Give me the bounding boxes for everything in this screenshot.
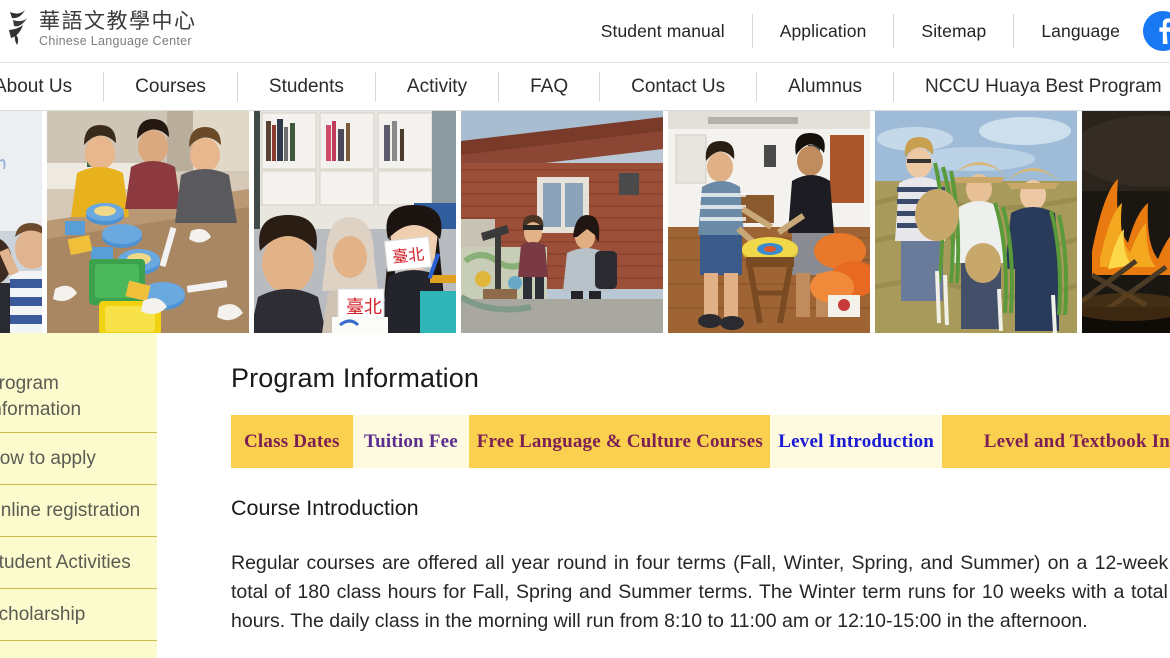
classroom-students-photo [0,111,42,333]
main-content: Program Information Class Dates Tuition … [157,333,1170,658]
nav-item-students[interactable]: Students [238,71,376,102]
nav-item-nccu-huaya-best-program[interactable]: NCCU Huaya Best Program [894,72,1170,102]
logo-english-name: Chinese Language Center [39,33,192,48]
site-logo[interactable]: 華語文教學中心 Chinese Language Center [6,8,197,48]
top-link-student-manual[interactable]: Student manual [574,14,753,48]
tab-class-dates[interactable]: Class Dates [231,415,353,468]
sidebar-item-student-activities[interactable]: Student Activities [0,537,157,589]
nav-item-faq[interactable]: FAQ [499,71,601,102]
tab-free-language-culture-courses[interactable]: Free Language & Culture Courses [469,415,771,468]
svg-text:臺北: 臺北 [346,297,382,318]
sidebar-item-how-to-apply[interactable]: How to apply [0,433,157,485]
sidebar-item-program-information[interactable]: Program Information [0,361,157,433]
rice-field-harvest-photo [875,111,1077,333]
bonfire-photo [1082,111,1170,333]
drum-lesson-photo [668,111,870,333]
photo-banner: 臺北 臺北 [0,111,1170,333]
brush-calligraphy-icon [6,8,32,48]
top-link-language[interactable]: Language [1014,14,1142,48]
svg-text:臺北: 臺北 [391,244,425,266]
nav-item-contact-us[interactable]: Contact Us [600,71,758,102]
nav-item-activity[interactable]: Activity [376,71,500,102]
course-introduction-paragraph: Regular courses are offered all year rou… [231,552,1170,632]
program-tabs: Class Dates Tuition Fee Free Language & … [231,415,1170,468]
cooking-class-photo [47,111,249,333]
top-links: Student manual Application Sitemap Langu… [574,0,1170,62]
tab-tuition-fee[interactable]: Tuition Fee [352,415,470,468]
students-taipei-cards-photo: 臺北 臺北 [254,111,456,333]
nav-item-alumnus[interactable]: Alumnus [757,71,895,102]
brick-house-water-pump-photo [461,111,663,333]
nav-item-courses[interactable]: Courses [104,71,238,102]
tab-level-and-textbook-index[interactable]: Level and Textbook Index [941,415,1170,468]
sidebar-menu: Program Information How to apply Online … [0,333,157,658]
page-title: Program Information [231,363,479,393]
main-navigation: About Us Courses Students Activity FAQ C… [0,63,1170,111]
top-link-application[interactable]: Application [753,14,895,48]
top-link-sitemap[interactable]: Sitemap [894,14,1015,48]
sidebar-item-scholarship[interactable]: Scholarship [0,589,157,641]
tab-level-introduction[interactable]: Level Introduction [770,415,942,468]
sidebar-item-online-registration[interactable]: Online registration [0,485,157,537]
logo-chinese-name: 華語文教學中心 [39,8,197,33]
nav-item-about-us[interactable]: About Us [0,71,105,102]
section-title-course-introduction: Course Introduction [231,496,419,520]
top-utility-bar: 華語文教學中心 Chinese Language Center Student … [0,0,1170,63]
facebook-icon[interactable] [1142,10,1170,52]
